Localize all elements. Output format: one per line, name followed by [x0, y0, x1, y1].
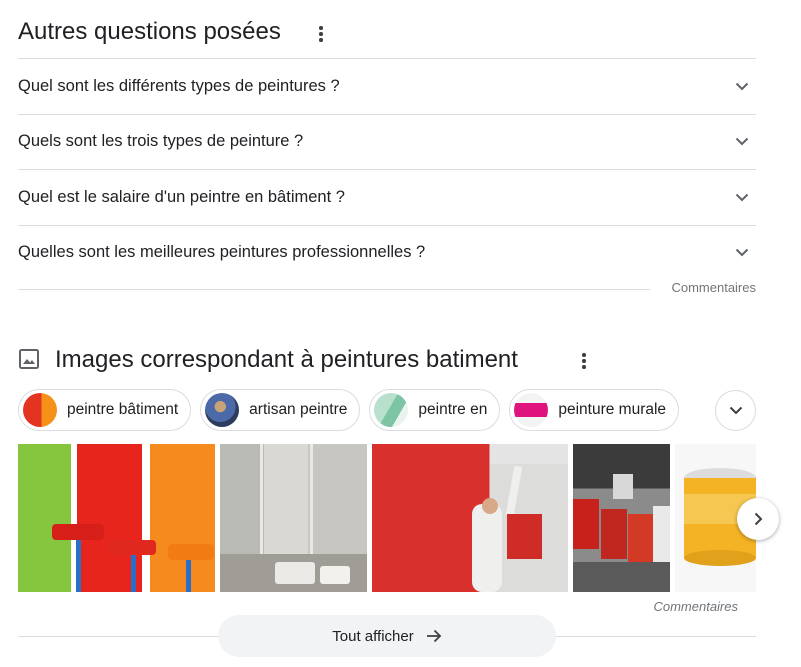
images-more-options-icon[interactable]: [574, 351, 594, 371]
chip-thumbnail: [514, 393, 549, 427]
paa-question-text: Quels sont les trois types de peinture ?: [18, 132, 304, 151]
image-result-paint-stripes[interactable]: [18, 444, 215, 592]
chip-label: peintre en: [418, 401, 488, 418]
chevron-down-icon[interactable]: [730, 130, 754, 154]
paa-question-3[interactable]: Quel est le salaire d'un peintre en bâti…: [18, 169, 756, 225]
paa-question-text: Quelles sont les meilleures peintures pr…: [18, 243, 426, 262]
paa-feedback-link[interactable]: Commentaires: [671, 280, 756, 295]
chip-thumbnail: [23, 393, 57, 427]
chevron-down-icon[interactable]: [730, 241, 754, 265]
chip-artisan-peintre[interactable]: artisan peintre: [200, 389, 361, 431]
chip-label: peinture murale: [558, 401, 667, 418]
image-result-painter-red-wall[interactable]: [372, 444, 568, 592]
chips-expand-button[interactable]: [715, 390, 756, 431]
chevron-down-icon: [729, 406, 742, 415]
show-all-label: Tout afficher: [332, 627, 414, 645]
chip-thumbnail: [374, 393, 409, 427]
images-feedback-link[interactable]: Commentaires: [653, 599, 738, 614]
paa-more-options-icon[interactable]: [311, 24, 331, 44]
chevron-down-icon[interactable]: [730, 185, 754, 209]
paa-title: Autres questions posées: [18, 18, 281, 45]
image-icon: [18, 348, 40, 370]
image-chips: peintre bâtiment artisan peintre peintre…: [18, 389, 680, 431]
chevron-down-icon[interactable]: [730, 74, 754, 98]
images-next-button[interactable]: [737, 498, 779, 540]
paa-question-2[interactable]: Quels sont les trois types de peinture ?: [18, 113, 756, 170]
images-section-title: Images correspondant à peintures batimen…: [55, 346, 518, 373]
show-all-button[interactable]: Tout afficher: [218, 615, 556, 657]
chip-peintre-batiment[interactable]: peintre bâtiment: [18, 389, 192, 431]
paa-list: Quel sont les différents types de peintu…: [18, 58, 756, 280]
chip-label: artisan peintre: [249, 401, 348, 418]
chip-thumbnail: [205, 393, 240, 427]
chip-peinture-murale[interactable]: peinture murale: [509, 389, 680, 431]
paa-question-1[interactable]: Quel sont les différents types de peintu…: [18, 58, 756, 114]
image-result-paint-cans[interactable]: [573, 444, 670, 592]
image-result-drywall-room[interactable]: [220, 444, 367, 592]
chip-peintre-en[interactable]: peintre en: [369, 389, 501, 431]
paa-question-text: Quel est le salaire d'un peintre en bâti…: [18, 187, 345, 206]
chip-label: peintre bâtiment: [67, 401, 179, 418]
paa-question-text: Quel sont les différents types de peintu…: [18, 76, 340, 95]
paa-question-4[interactable]: Quelles sont les meilleures peintures pr…: [18, 224, 756, 281]
divider: [18, 289, 650, 290]
image-results-strip: [18, 444, 756, 592]
arrow-right-icon: [426, 629, 441, 643]
chevron-right-icon: [754, 512, 762, 526]
